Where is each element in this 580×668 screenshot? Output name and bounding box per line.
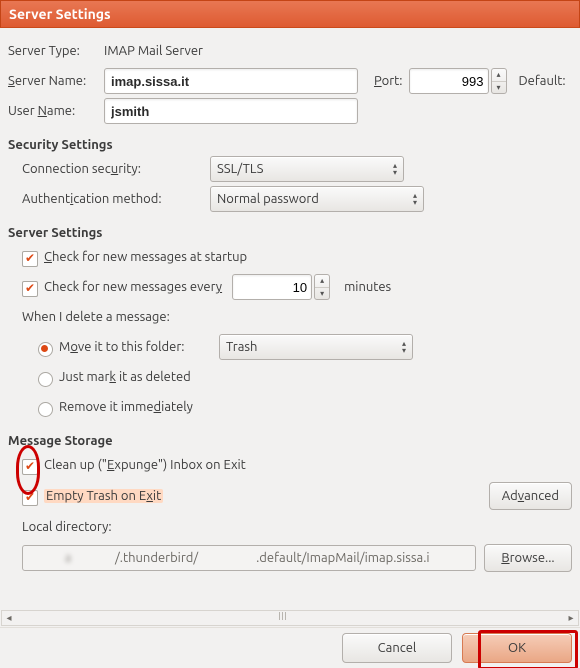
local-directory-field[interactable]: a/.thunderbird/ .default/ImapMail/imap.s… — [22, 545, 476, 571]
ok-button[interactable]: OK — [462, 633, 572, 663]
trash-folder-value: Trash — [226, 340, 257, 354]
label-local-directory: Local directory: — [22, 520, 112, 534]
label-default: Default: — [519, 74, 566, 88]
scroll-right-icon[interactable]: ▸ — [564, 612, 578, 624]
combo-arrows-icon: ▴▾ — [393, 162, 397, 176]
dialog-footer: Cancel OK — [0, 627, 580, 668]
label-cleanup[interactable]: Clean up ("Expunge") Inbox on Exit — [44, 458, 246, 472]
scrollbar-track[interactable] — [16, 612, 564, 624]
checkbox-check-startup[interactable] — [22, 251, 38, 267]
section-message-storage: Message Storage — [8, 434, 572, 448]
port-spinner[interactable]: ▴ ▾ — [491, 68, 507, 94]
row-delete-label: When I delete a message: — [8, 304, 572, 330]
server-name-input[interactable] — [104, 68, 358, 94]
label-when-delete: When I delete a message: — [22, 310, 170, 324]
row-remove-immediately: Remove it immediately — [8, 394, 572, 420]
port-input[interactable] — [409, 68, 489, 94]
spinner-down-icon[interactable]: ▾ — [315, 288, 329, 300]
label-check-every[interactable]: Check for new messages every — [44, 280, 222, 294]
label-server-type: Server Type: — [8, 44, 104, 58]
row-check-startup: Check for new messages at startup — [8, 244, 572, 270]
row-server-name: Server Name: Port: ▴ ▾ Default: — [8, 68, 572, 94]
combo-arrows-icon: ▴▾ — [402, 340, 406, 354]
title-bar: Server Settings — [0, 0, 580, 28]
row-check-every: Check for new messages every ▴ ▾ minutes — [8, 274, 572, 300]
label-empty-trash[interactable]: Empty Trash on Exit — [44, 489, 163, 503]
label-auth-method: Authentication method: — [22, 192, 210, 206]
checkbox-cleanup[interactable] — [22, 459, 38, 475]
auth-method-value: Normal password — [217, 192, 319, 206]
row-empty-trash: Empty Trash on Exit Advanced — [8, 482, 572, 510]
spinner-up-icon[interactable]: ▴ — [315, 275, 329, 288]
content-area: Server Type: IMAP Mail Server Server Nam… — [0, 28, 580, 572]
radio-mark-deleted[interactable] — [38, 372, 53, 387]
row-server-type: Server Type: IMAP Mail Server — [8, 38, 572, 64]
row-move-folder: Move it to this folder: Trash ▴▾ — [8, 334, 572, 360]
check-every-input[interactable] — [232, 274, 312, 300]
spinner-down-icon[interactable]: ▾ — [492, 82, 506, 94]
check-every-spinner[interactable]: ▴ ▾ — [314, 274, 330, 300]
cancel-button[interactable]: Cancel — [342, 633, 452, 663]
section-security: Security Settings — [8, 138, 572, 152]
auth-method-combo[interactable]: Normal password ▴▾ — [210, 186, 424, 212]
scrollbar-grip-icon — [279, 612, 286, 620]
scroll-left-icon[interactable]: ◂ — [2, 612, 16, 624]
row-mark-deleted: Just mark it as deleted — [8, 364, 572, 390]
spinner-up-icon[interactable]: ▴ — [492, 69, 506, 82]
advanced-button[interactable]: Advanced — [489, 482, 572, 510]
row-localdir-label: Local directory: — [8, 514, 572, 540]
row-auth-method: Authentication method: Normal password ▴… — [8, 186, 572, 212]
window-title: Server Settings — [9, 6, 111, 22]
combo-arrows-icon: ▴▾ — [413, 192, 417, 206]
conn-security-value: SSL/TLS — [217, 162, 263, 176]
label-check-startup[interactable]: Check for new messages at startup — [44, 250, 247, 264]
checkbox-empty-trash[interactable] — [22, 490, 38, 506]
row-user-name: User Name: — [8, 98, 572, 124]
radio-remove-immediately[interactable] — [38, 402, 53, 417]
row-localdir: a/.thunderbird/ .default/ImapMail/imap.s… — [8, 544, 572, 572]
radio-move-folder[interactable] — [38, 342, 53, 357]
trash-folder-combo[interactable]: Trash ▴▾ — [219, 334, 413, 360]
label-server-name: Server Name: — [8, 74, 104, 88]
user-name-input[interactable] — [104, 98, 358, 124]
row-conn-security: Connection security: SSL/TLS ▴▾ — [8, 156, 572, 182]
label-port: Port: — [374, 74, 403, 88]
label-move-folder[interactable]: Move it to this folder: — [59, 340, 219, 354]
label-minutes: minutes — [344, 280, 391, 294]
label-mark-deleted[interactable]: Just mark it as deleted — [59, 370, 191, 384]
section-server-settings: Server Settings — [8, 226, 572, 240]
label-conn-security: Connection security: — [22, 162, 210, 176]
row-cleanup: Clean up ("Expunge") Inbox on Exit — [8, 452, 572, 478]
horizontal-scrollbar[interactable]: ◂ ▸ — [1, 610, 579, 626]
value-server-type: IMAP Mail Server — [104, 44, 203, 58]
label-user-name: User Name: — [8, 104, 104, 118]
checkbox-check-every[interactable] — [22, 281, 38, 297]
label-remove-immediately[interactable]: Remove it immediately — [59, 400, 193, 414]
browse-button[interactable]: Browse... — [484, 544, 572, 572]
conn-security-combo[interactable]: SSL/TLS ▴▾ — [210, 156, 404, 182]
